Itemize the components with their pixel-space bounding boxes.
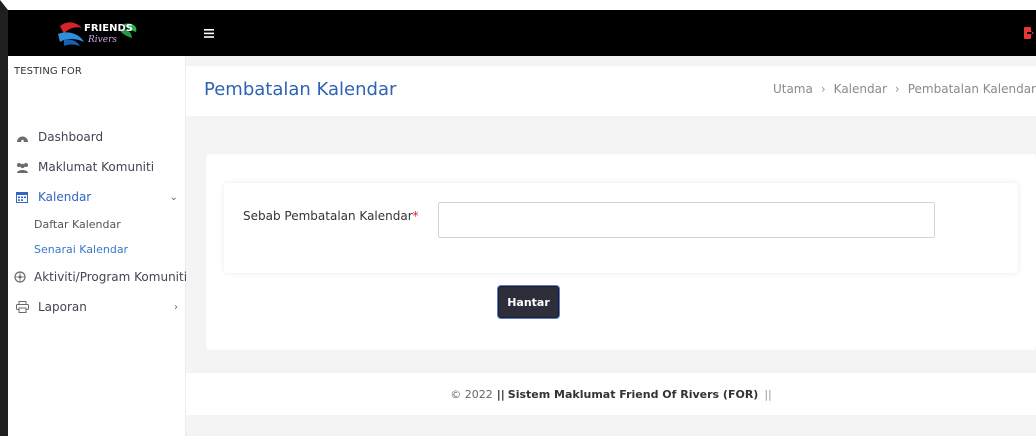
dashboard-icon: [14, 130, 30, 144]
chevron-right-icon: ›: [174, 301, 178, 313]
breadcrumb-separator: ›: [820, 82, 826, 96]
network-icon: [14, 270, 26, 284]
users-icon: [14, 160, 30, 174]
page-title: Pembatalan Kalendar: [204, 79, 397, 100]
system-name: Sistem Maklumat Friend Of Rivers (FOR): [507, 387, 759, 401]
sidebar-item-label: Kalendar: [38, 190, 92, 204]
sidebar-item-label: Dashboard: [38, 130, 104, 144]
sidebar-item-maklumat-komuniti[interactable]: Maklumat Komuniti: [8, 152, 186, 182]
calendar-icon: [14, 190, 30, 204]
friends-of-rivers-logo: FRIENDS Rivers: [58, 22, 137, 46]
svg-text:Rivers: Rivers: [87, 35, 117, 45]
sidebar-title: TESTING FOR: [14, 66, 82, 77]
field-label-text: Sebab Pembatalan Kalendar: [243, 209, 413, 223]
sidebar: TESTING FOR Dashboard Maklumat Komuniti …: [8, 56, 186, 436]
svg-text:FRIENDS: FRIENDS: [84, 23, 133, 34]
sidebar-subitem-senarai-kalendar[interactable]: Senarai Kalendar: [8, 237, 186, 262]
cancel-reason-label: Sebab Pembatalan Kalendar*: [243, 209, 419, 223]
footer: © 2022 || Sistem Maklumat Friend Of Rive…: [186, 373, 1036, 415]
footer-pipes-right: ||: [764, 387, 772, 401]
sidebar-item-kalendar[interactable]: Kalendar ⌄: [8, 182, 186, 212]
chevron-down-icon: ⌄: [169, 191, 178, 203]
sidebar-item-aktiviti-program[interactable]: Aktiviti/Program Komuniti: [8, 262, 186, 292]
sidebar-item-dashboard[interactable]: Dashboard: [8, 122, 186, 152]
print-icon: [14, 300, 30, 314]
sidebar-menu: Dashboard Maklumat Komuniti Kalendar ⌄ D…: [8, 122, 186, 322]
breadcrumb-item-utama[interactable]: Utama: [773, 82, 813, 96]
required-mark: *: [412, 209, 419, 223]
hamburger-icon[interactable]: [204, 23, 214, 43]
breadcrumb-item-kalendar[interactable]: Kalendar: [834, 82, 887, 96]
sidebar-item-label: Aktiviti/Program Komuniti: [34, 270, 186, 284]
submit-button[interactable]: Hantar: [498, 286, 559, 318]
sidebar-item-label: Laporan: [38, 300, 87, 314]
logo-area[interactable]: FRIENDS Rivers: [8, 10, 186, 56]
cancel-reason-input[interactable]: [438, 202, 935, 238]
footer-pipes-left: ||: [496, 387, 505, 401]
breadcrumb-separator: ›: [894, 82, 900, 96]
sidebar-subitem-daftar-kalendar[interactable]: Daftar Kalendar: [8, 212, 186, 237]
content-header: Pembatalan Kalendar Utama › Kalendar › Pemba…: [186, 66, 1036, 116]
logout-icon[interactable]: [1024, 24, 1036, 42]
copyright-text: © 2022: [450, 387, 493, 401]
sidebar-item-label: Maklumat Komuniti: [38, 160, 155, 174]
breadcrumb-item-current: Pembatalan Kalendar: [907, 82, 1036, 96]
breadcrumb: Utama › Kalendar › Pembatalan Kalendar: [773, 82, 1036, 96]
sidebar-item-laporan[interactable]: Laporan ›: [8, 292, 186, 322]
top-navbar: FRIENDS Rivers: [8, 10, 1036, 56]
